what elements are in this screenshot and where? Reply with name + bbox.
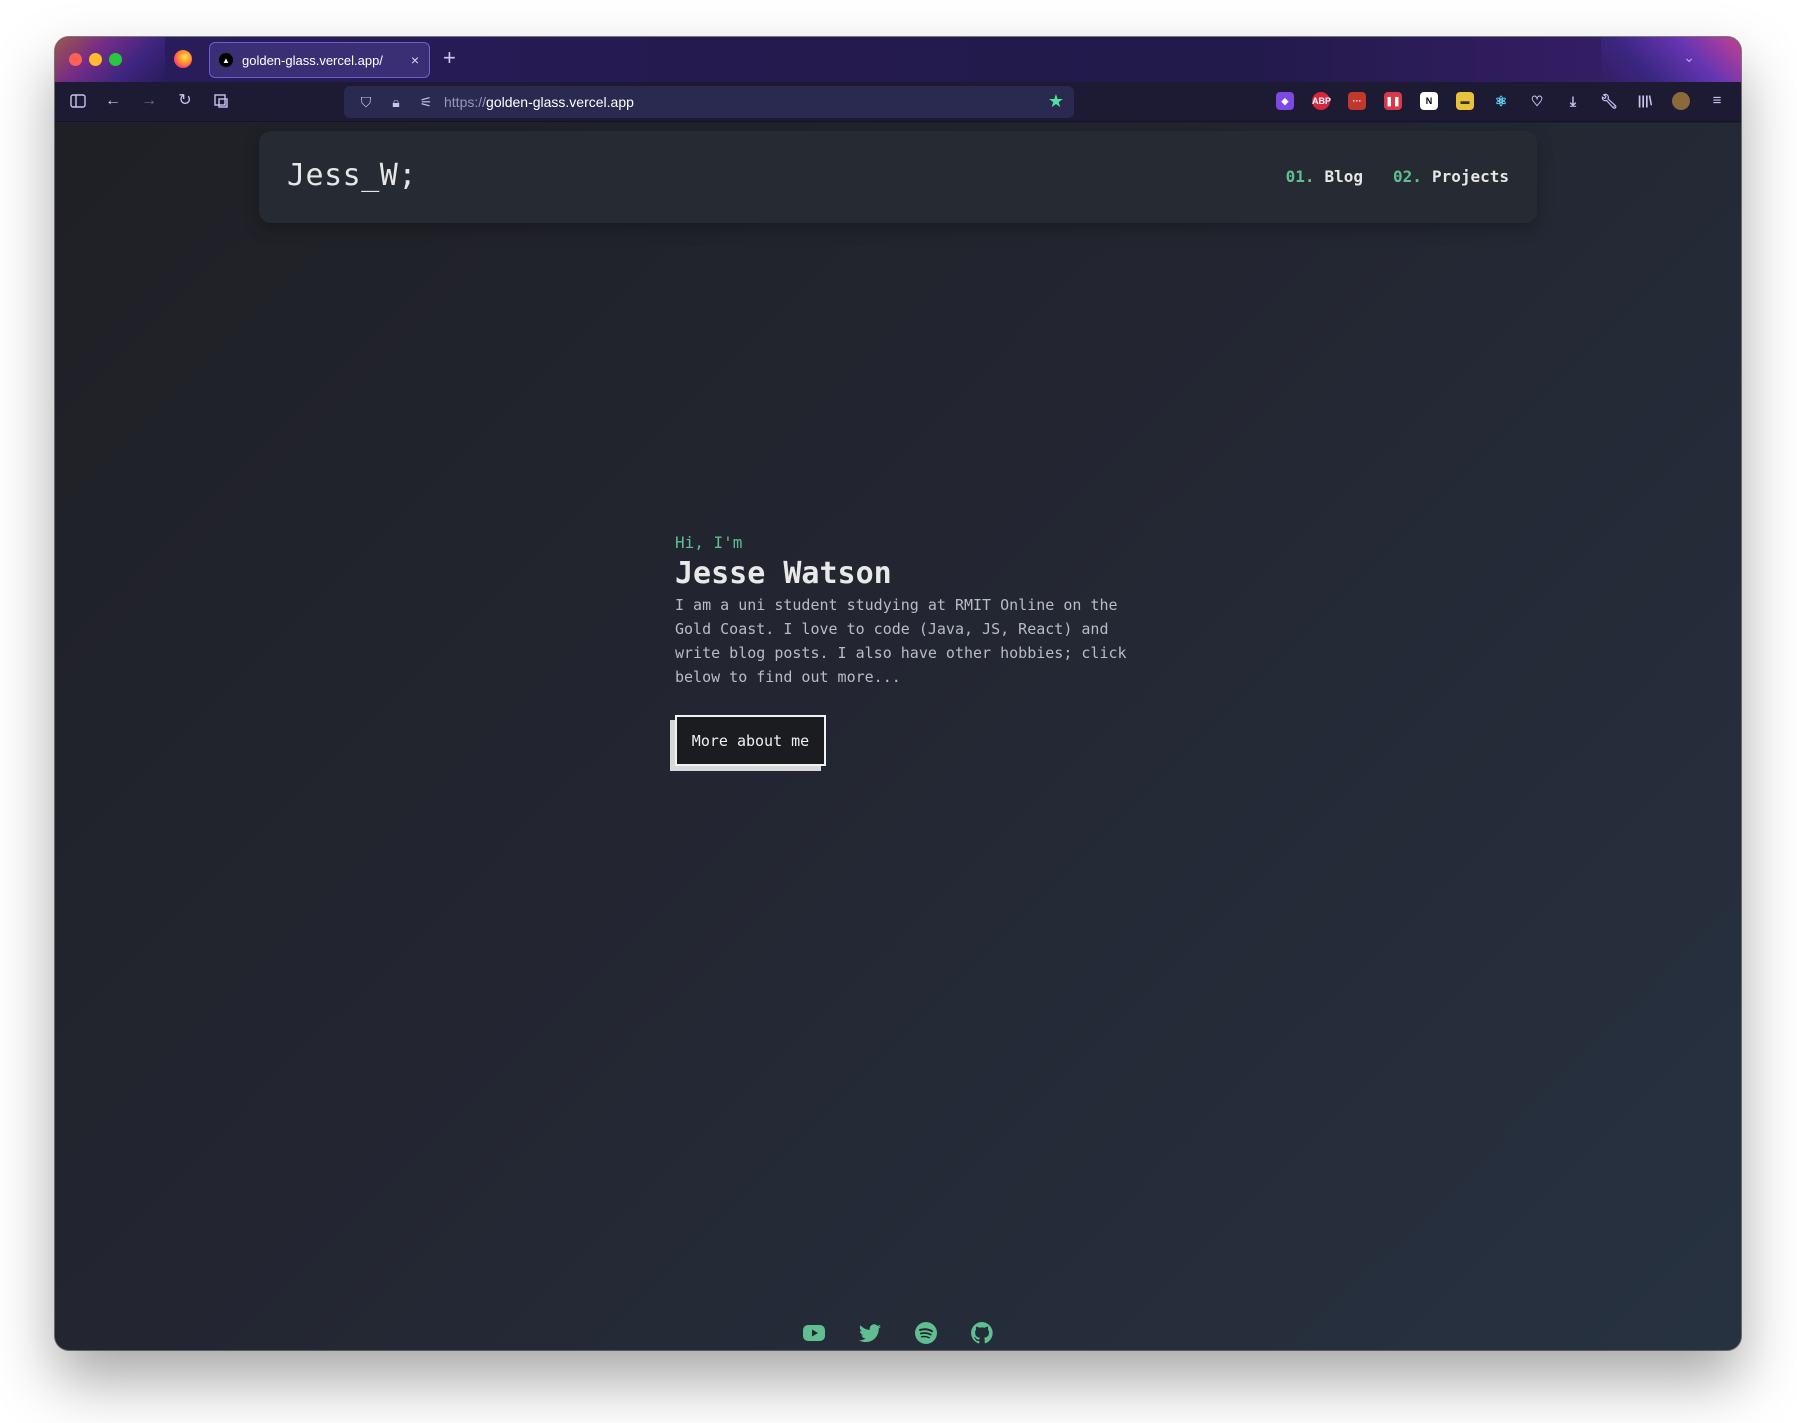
back-icon[interactable]: ← [102,90,124,112]
social-links [55,1321,1741,1350]
youtube-icon[interactable] [802,1321,826,1345]
react-devtools-icon[interactable]: ⚛ [1492,92,1510,110]
site-header: Jess_W; 01. Blog 02. Projects [259,131,1537,223]
more-about-me-button[interactable]: More about me [675,715,826,766]
github-icon[interactable] [970,1321,994,1345]
url-bar[interactable]: ⛉ 🔒︎ ⚟ https://golden-glass.vercel.app ★ [344,86,1074,118]
shield-icon[interactable]: ⛉ [358,94,374,111]
list-all-tabs-icon[interactable]: ⌄ [1683,49,1695,66]
minimize-window-button[interactable] [89,53,102,66]
extension-icon[interactable]: ◆ [1276,92,1294,110]
downloads-icon[interactable]: ⤓ [1564,92,1582,110]
url-protocol: https:// [444,94,487,110]
spotify-icon[interactable] [914,1321,938,1345]
lock-icon[interactable]: 🔒︎ [388,94,404,111]
adblock-icon[interactable]: ABP [1312,92,1331,110]
nav-link-blog[interactable]: 01. Blog [1286,167,1363,186]
zoom-window-button[interactable] [109,53,122,66]
hero-section: Hi, I'm Jesse Watson I am a uni student … [670,533,1145,771]
bookmark-star-icon[interactable]: ★ [1048,91,1064,112]
lastpass-icon[interactable]: ··· [1348,92,1366,110]
notion-icon[interactable]: N [1420,92,1438,110]
site-nav: 01. Blog 02. Projects [1286,167,1509,186]
nav-link-projects[interactable]: 02. Projects [1393,167,1509,186]
sidebar-icon[interactable] [67,90,89,112]
page-content: Jess_W; 01. Blog 02. Projects Hi, I'm Jess… [55,123,1741,1350]
browser-window: ▲ golden-glass.vercel.app/ × + ⌄ ← → ↻ ⛉… [55,37,1741,1350]
todoist-icon[interactable]: ❚❚ [1384,92,1402,110]
close-tab-icon[interactable]: × [411,52,419,68]
browser-tab[interactable]: ▲ golden-glass.vercel.app/ × [209,42,430,78]
tab-strip: ▲ golden-glass.vercel.app/ × + ⌄ [55,37,1741,82]
forward-icon[interactable]: → [138,90,160,112]
hero-name: Jesse Watson [675,556,892,591]
url-host: golden-glass.vercel.app [486,94,634,110]
firefox-icon[interactable] [174,50,192,68]
hero-bio: I am a uni student studying at RMIT Onli… [675,596,1127,686]
account-avatar[interactable] [1672,92,1690,110]
browser-toolbar: ← → ↻ ⛉ 🔒︎ ⚟ https://golden-glass.vercel… [55,82,1741,122]
new-tab-button[interactable]: + [443,47,456,69]
screenshot-icon[interactable] [210,90,232,112]
hero-greeting: Hi, I'm [675,533,743,552]
site-logo[interactable]: Jess_W; [287,158,417,193]
menu-icon[interactable]: ≡ [1708,92,1726,110]
close-window-button[interactable] [69,53,82,66]
vercel-icon: ▲ [219,53,233,67]
pocket-icon[interactable]: ♡ [1528,92,1546,110]
stickies-icon[interactable]: ▬ [1456,92,1474,110]
twitter-icon[interactable] [858,1321,882,1345]
wrench-icon[interactable]: 🔧︎ [1600,92,1618,110]
reload-icon[interactable]: ↻ [174,90,196,112]
tab-title: golden-glass.vercel.app/ [242,52,383,68]
permissions-icon[interactable]: ⚟ [418,94,434,111]
library-icon[interactable]: |||\ [1636,92,1654,110]
